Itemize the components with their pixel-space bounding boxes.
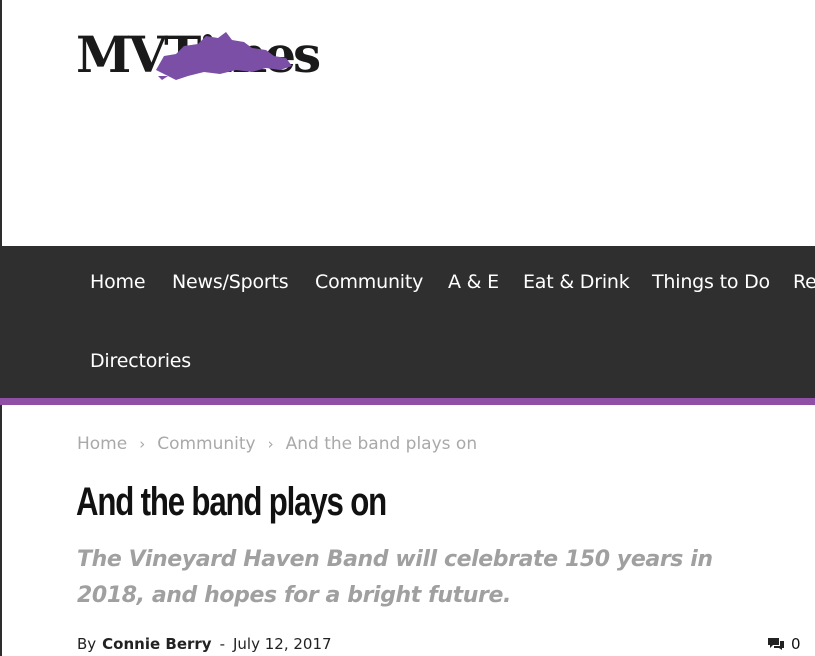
article-title: And the band plays on [76,480,387,524]
breadcrumb-community[interactable]: Community [157,433,255,455]
comment-bubble-icon [768,638,784,650]
nav-news-sports[interactable]: News/Sports [172,270,289,294]
article-byline: By Connie Berry - July 12, 2017 [77,634,332,654]
island-logo-icon [156,32,292,80]
article-subtitle: The Vineyard Haven Band will celebrate 1… [77,547,713,608]
nav-real-estate-truncated[interactable]: Re [793,270,815,294]
nav-accent-stripe [0,398,815,405]
nav-a-and-e[interactable]: A & E [448,270,499,294]
breadcrumb-separator: › [139,435,146,453]
site-logo[interactable]: MVTimes [76,24,386,86]
nav-things-to-do[interactable]: Things to Do [652,270,770,294]
comment-count: 0 [791,635,801,653]
author-link[interactable]: Connie Berry [102,635,211,653]
main-nav-bar [0,246,815,398]
breadcrumb-separator: › [267,435,274,453]
breadcrumb: Home › Community › And the band plays on [77,433,477,455]
nav-eat-drink[interactable]: Eat & Drink [523,270,630,294]
nav-home[interactable]: Home [90,270,146,294]
byline-by-label: By [77,635,97,653]
breadcrumb-current[interactable]: And the band plays on [286,433,478,455]
nav-community[interactable]: Community [315,270,423,294]
comments-link[interactable]: 0 [767,634,801,654]
nav-directories[interactable]: Directories [90,349,191,373]
breadcrumb-home[interactable]: Home [77,433,127,455]
publish-date: July 12, 2017 [232,635,332,653]
byline-dash: - [219,635,225,653]
